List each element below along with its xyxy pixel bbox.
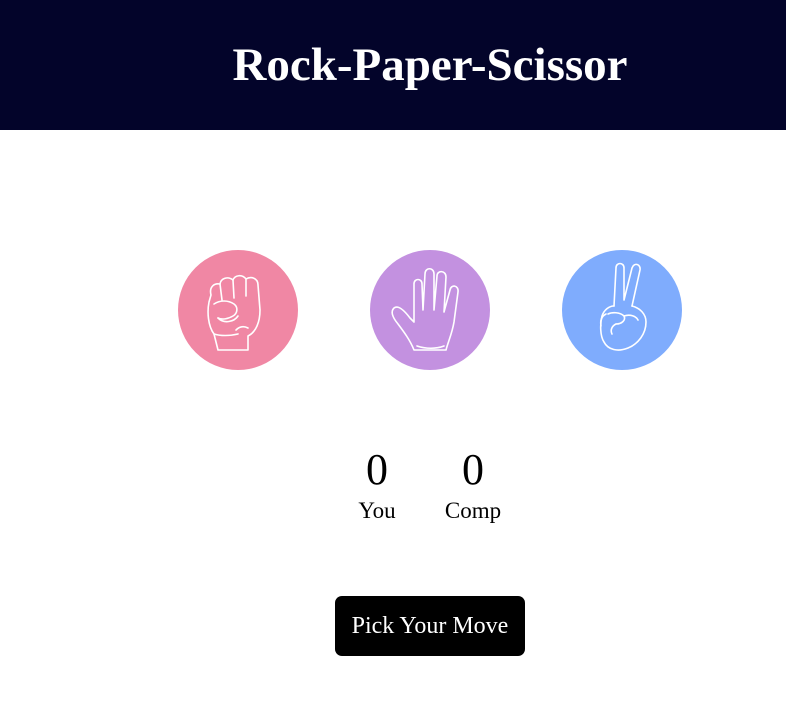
scissors-choice-button[interactable] — [562, 250, 682, 370]
user-score-panel: 0 You — [337, 446, 417, 526]
fist-icon — [207, 274, 261, 351]
user-score-label: You — [358, 498, 396, 523]
peace-hand-icon — [599, 262, 647, 351]
rock-choice-button[interactable] — [178, 250, 298, 370]
paper-choice-button[interactable] — [370, 250, 490, 370]
comp-score-value: 0 — [462, 445, 484, 494]
pick-move-button[interactable]: Pick Your Move — [335, 596, 525, 656]
comp-score-label: Comp — [444, 498, 502, 523]
header-bar: Rock-Paper-Scissor — [0, 0, 786, 130]
user-score-value: 0 — [366, 445, 388, 494]
page-title: Rock-Paper-Scissor — [232, 39, 628, 91]
comp-score-panel: 0 Comp — [433, 446, 513, 526]
open-hand-icon — [391, 267, 459, 351]
